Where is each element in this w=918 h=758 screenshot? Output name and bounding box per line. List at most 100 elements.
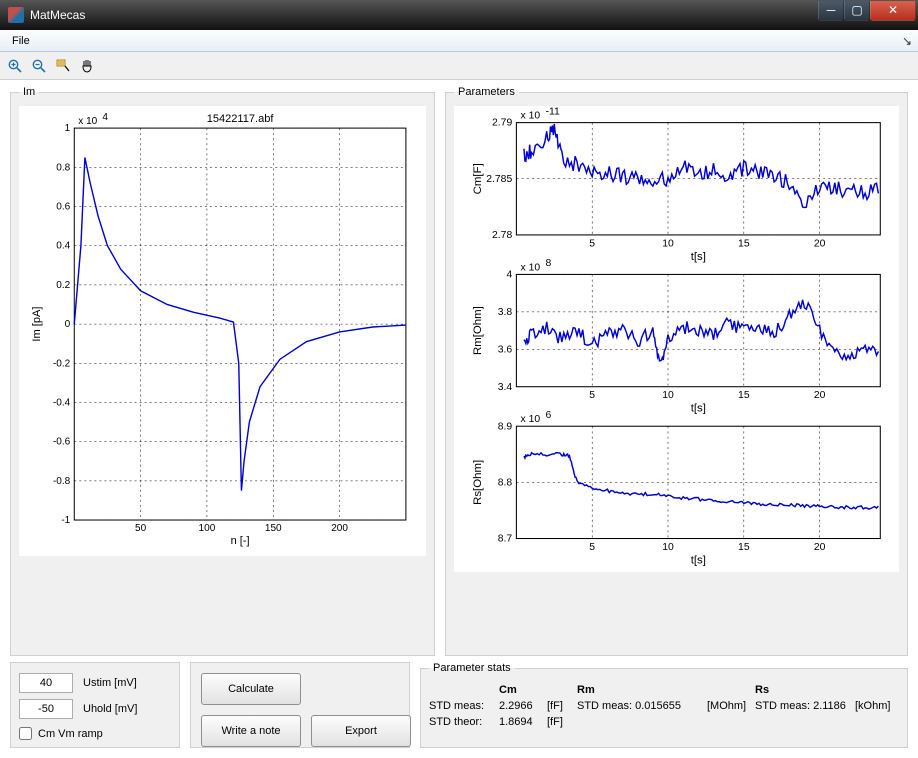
svg-text:10: 10 (662, 542, 674, 553)
svg-text:2.79: 2.79 (492, 118, 512, 129)
svg-text:6: 6 (545, 410, 551, 421)
calculate-button[interactable]: Calculate (201, 673, 301, 705)
svg-text:200: 200 (331, 523, 348, 534)
svg-text:20: 20 (814, 390, 826, 401)
zoom-in-icon[interactable] (4, 55, 26, 77)
svg-text:3.8: 3.8 (498, 307, 513, 318)
svg-text:2.78: 2.78 (492, 230, 512, 241)
svg-text:8.9: 8.9 (498, 421, 513, 432)
stats-cm-theor: 1.8694 (499, 716, 547, 728)
stats-rs-unit: [kOhm] (855, 700, 899, 712)
stats-rm-unit: [MOhm] (707, 700, 755, 712)
uhold-input[interactable] (19, 699, 73, 719)
svg-text:3.6: 3.6 (498, 344, 513, 355)
stats-rs-meas: 2.1186 (813, 700, 846, 712)
minimize-button[interactable]: ─ (818, 1, 844, 21)
parameters-panel-title: Parameters (454, 86, 519, 98)
svg-text:Cm[F]: Cm[F] (472, 163, 484, 194)
menu-file[interactable]: File (6, 33, 36, 49)
svg-text:-0.6: -0.6 (53, 437, 71, 448)
svg-text:0: 0 (65, 319, 71, 330)
svg-text:Rm[Ohm]: Rm[Ohm] (472, 306, 484, 355)
svg-text:5: 5 (589, 542, 595, 553)
svg-text:x 10: x 10 (78, 116, 97, 127)
stats-cm-header: Cm (499, 684, 547, 696)
svg-text:0.8: 0.8 (56, 162, 70, 173)
svg-text:2.785: 2.785 (486, 174, 512, 185)
svg-text:0.4: 0.4 (56, 241, 70, 252)
svg-text:3.4: 3.4 (498, 382, 513, 393)
window-buttons: ─ ▢ ✕ (818, 1, 916, 21)
stats-grid: Cm Rm Rs STD meas: 2.2966 [fF] STD meas:… (429, 684, 899, 728)
svg-text:5: 5 (589, 390, 595, 401)
stim-inputs-panel: Ustim [mV] Uhold [mV] Cm Vm ramp (10, 662, 180, 748)
svg-text:x 10: x 10 (521, 110, 541, 121)
svg-text:8.7: 8.7 (498, 534, 513, 545)
parameters-plot-area[interactable]: 51015202.782.7852.79x 10-11t[s]Cm[F]5101… (454, 106, 899, 572)
svg-text:1: 1 (65, 123, 71, 134)
svg-text:-0.8: -0.8 (53, 476, 71, 487)
im-panel: Im 50 100 150 200 -1 -0.8 -0.6 -0.4 -0.2 0 0.2 0.4 0… (10, 86, 435, 656)
dock-icon[interactable]: ↘ (902, 34, 912, 48)
window-titlebar: MatMecas ─ ▢ ✕ (0, 0, 918, 30)
cm-vm-ramp-checkbox[interactable] (19, 727, 32, 740)
svg-text:0.6: 0.6 (56, 202, 70, 213)
svg-text:-0.2: -0.2 (53, 358, 71, 369)
im-panel-title: Im (19, 86, 39, 98)
svg-text:4: 4 (102, 112, 108, 123)
stats-rm-header: Rm (577, 684, 707, 696)
window-title: MatMecas (30, 8, 818, 22)
toolbar (0, 52, 918, 80)
svg-text:15: 15 (738, 542, 750, 553)
write-note-button[interactable]: Write a note (201, 715, 301, 747)
cm-vm-ramp-label: Cm Vm ramp (38, 728, 103, 740)
parameters-panel: Parameters 51015202.782.7852.79x 10-11t[… (445, 86, 908, 656)
stats-rs-header: Rs (755, 684, 855, 696)
stats-cm-meas: 2.2966 (499, 700, 547, 712)
svg-text:10: 10 (662, 238, 674, 249)
svg-text:8.8: 8.8 (498, 477, 513, 488)
pan-icon[interactable] (76, 55, 98, 77)
parameter-stats-title: Parameter stats (429, 662, 515, 674)
menu-bar: File ↘ (0, 30, 918, 52)
svg-text:-1: -1 (61, 515, 70, 526)
svg-text:t[s]: t[s] (691, 251, 706, 263)
stats-cm-theor-unit: [fF] (547, 716, 577, 728)
ustim-input[interactable] (19, 673, 73, 693)
svg-text:10: 10 (662, 390, 674, 401)
svg-text:15: 15 (738, 238, 750, 249)
svg-text:0.2: 0.2 (56, 280, 70, 291)
svg-text:5: 5 (589, 238, 595, 249)
action-buttons-panel: Calculate Write a note Export (190, 662, 410, 748)
data-cursor-icon[interactable] (52, 55, 74, 77)
im-plot[interactable]: 50 100 150 200 -1 -0.8 -0.6 -0.4 -0.2 0 0.2 0.4 0.6 0… (19, 106, 426, 556)
stats-rm-label: STD meas: (577, 700, 632, 712)
app-icon (8, 7, 24, 23)
parameter-stats-panel: Parameter stats Cm Rm Rs STD meas: 2.296… (420, 662, 908, 748)
svg-text:x 10: x 10 (521, 262, 541, 273)
stats-row2-label: STD theor: (429, 716, 499, 728)
zoom-out-icon[interactable] (28, 55, 50, 77)
svg-text:Im [pA]: Im [pA] (31, 307, 43, 342)
svg-text:100: 100 (199, 523, 216, 534)
svg-text:15422117.abf: 15422117.abf (207, 113, 275, 125)
svg-text:50: 50 (135, 523, 147, 534)
svg-text:t[s]: t[s] (691, 554, 706, 566)
svg-text:Rs[Ohm]: Rs[Ohm] (472, 460, 484, 505)
svg-text:20: 20 (814, 238, 826, 249)
main-content: Im 50 100 150 200 -1 -0.8 -0.6 -0.4 -0.2 0 0.2 0.4 0… (0, 80, 918, 662)
maximize-button[interactable]: ▢ (844, 1, 870, 21)
stats-row1-label: STD meas: (429, 700, 499, 712)
svg-text:n [-]: n [-] (231, 535, 250, 547)
svg-text:x 10: x 10 (521, 414, 541, 425)
export-button[interactable]: Export (311, 715, 411, 747)
svg-text:-0.4: -0.4 (53, 397, 71, 408)
close-button[interactable]: ✕ (870, 1, 916, 21)
ustim-label: Ustim [mV] (83, 677, 137, 689)
uhold-label: Uhold [mV] (83, 703, 137, 715)
stats-cm-unit: [fF] (547, 700, 577, 712)
bottom-row: Ustim [mV] Uhold [mV] Cm Vm ramp Calcula… (0, 662, 918, 758)
svg-text:8: 8 (545, 258, 551, 269)
svg-text:150: 150 (265, 523, 282, 534)
svg-text:20: 20 (814, 542, 826, 553)
